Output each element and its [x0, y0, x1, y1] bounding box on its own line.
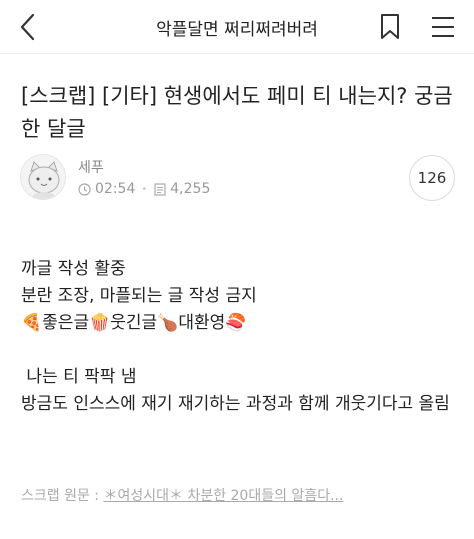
hamburger-menu-icon — [432, 17, 454, 37]
scrap-origin: 스크랩 원문 : ＊여성시대＊ 차분한 20대들의 알흠다... — [21, 485, 343, 505]
comment-count-button[interactable]: 126 — [409, 155, 455, 201]
bookmark-icon — [381, 14, 399, 39]
meta-separator: • — [141, 183, 148, 195]
post-title: [스크랩] [기타] 현생에서도 페미 티 내는지? 궁금한 달글 — [21, 84, 453, 141]
clock-icon — [78, 182, 91, 196]
body-line: 🍕좋은글🍿웃긴글🍗대환영🍣 — [21, 313, 247, 333]
back-button[interactable] — [14, 12, 44, 42]
bookmark-button[interactable] — [378, 13, 402, 41]
menu-button[interactable] — [430, 15, 456, 39]
post-time: 02:54 — [95, 181, 136, 197]
body-line: 까글 작성 활중 — [21, 259, 126, 279]
body-line: 방금도 인스스에 재기 재기하는 과정과 함께 개웃기다고 올림 — [21, 394, 450, 414]
body-line: 분란 조장, 마플되는 글 작성 금지 — [21, 286, 257, 306]
views-icon — [154, 182, 166, 196]
view-count: 4,255 — [170, 181, 211, 197]
top-bar: 악플달면 쩌리쩌려버려 — [0, 0, 474, 54]
author-name[interactable]: 세푸 — [78, 157, 104, 177]
post-meta: 02:54 • 4,255 — [78, 181, 210, 197]
post-body: 까글 작성 활중 분란 조장, 마플되는 글 작성 금지 🍕좋은글🍿웃긴글🍗대환… — [21, 256, 461, 418]
body-line: 나는 티 팍팍 냄 — [21, 367, 137, 387]
scrap-origin-label: 스크랩 원문 : — [21, 488, 104, 504]
scrap-origin-link[interactable]: ＊여성시대＊ 차분한 20대들의 알흠다... — [103, 488, 343, 504]
board-title: 악플달면 쩌리쩌려버려 — [156, 20, 318, 40]
author-avatar[interactable] — [20, 154, 66, 200]
chevron-left-icon — [20, 13, 35, 41]
cat-avatar-icon — [21, 155, 65, 199]
